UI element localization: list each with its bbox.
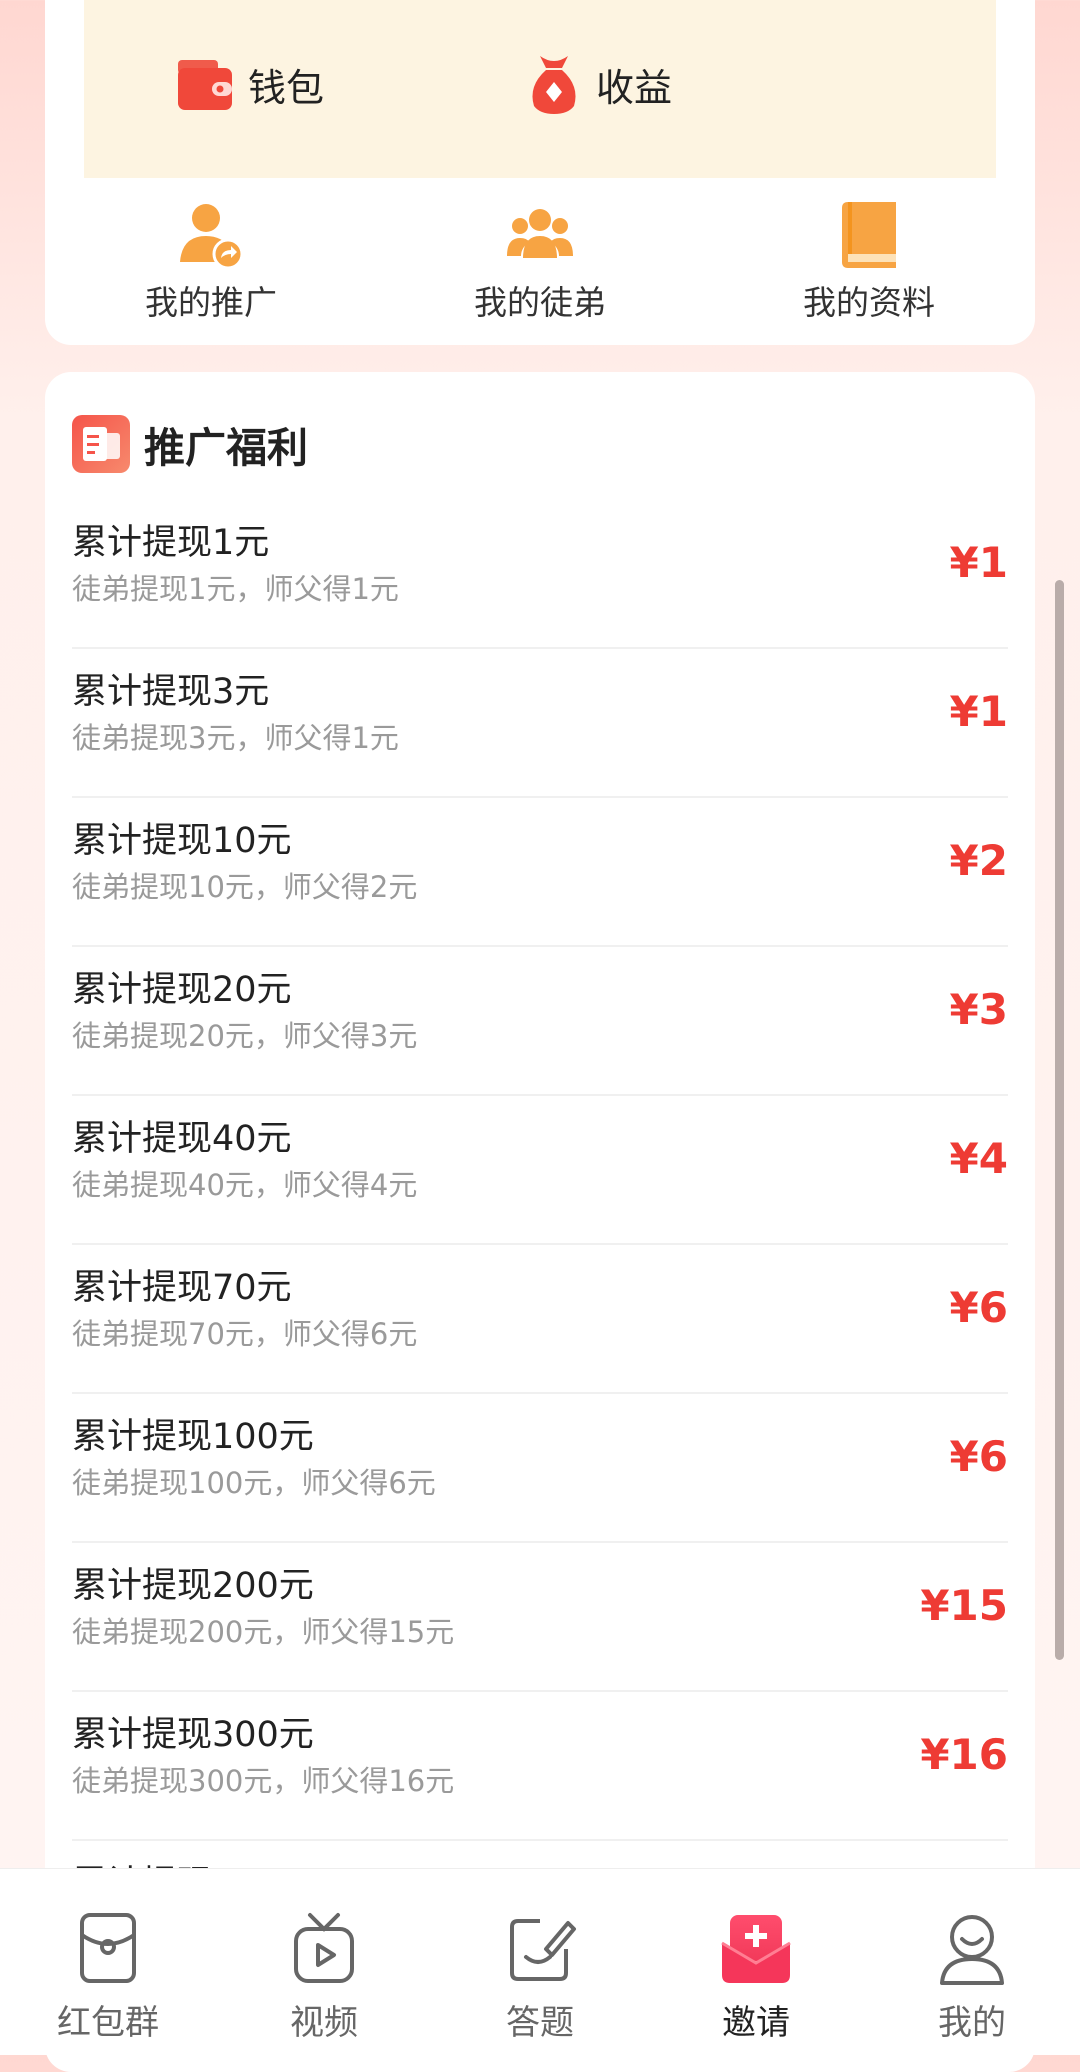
my-profile-button[interactable]: 我的资料 [739, 200, 999, 324]
list-item: 累计提现100元 徒弟提现100元，师父得6元 ¥6 [72, 1394, 1008, 1543]
row-subtitle: 徒弟提现100元，师父得6元 [72, 1466, 436, 1500]
tab-label: 红包群 [57, 2003, 159, 2043]
row-subtitle: 徒弟提现200元，师父得15元 [72, 1615, 455, 1649]
invite-envelope-icon [721, 1915, 791, 1983]
benefits-title: 推广福利 [144, 424, 308, 472]
row-reward: ¥6 [949, 1432, 1008, 1481]
benefits-card: 推广福利 累计提现1元 徒弟提现1元，师父得1元 ¥1 累计提现3元 徒弟提现3… [45, 372, 1035, 2072]
row-subtitle: 徒弟提现1元，师父得1元 [72, 572, 399, 606]
row-subtitle: 徒弟提现40元，师父得4元 [72, 1168, 418, 1202]
row-reward: ¥2 [949, 836, 1008, 885]
row-reward: ¥4 [949, 1134, 1008, 1183]
list-item: 累计提现1元 徒弟提现1元，师父得1元 ¥1 [72, 500, 1008, 649]
tab-label: 邀请 [722, 2003, 790, 2043]
red-envelope-icon [80, 1913, 136, 1983]
document-icon [72, 415, 130, 473]
wallet-button[interactable]: 钱包 [176, 44, 324, 124]
earnings-button[interactable]: 收益 [526, 44, 672, 124]
my-profile-label: 我的资料 [803, 283, 935, 322]
tab-label: 答题 [506, 2003, 574, 2043]
row-subtitle: 徒弟提现3元，师父得1元 [72, 721, 399, 755]
row-subtitle: 徒弟提现70元，师父得6元 [72, 1317, 418, 1351]
list-item: 累计提现200元 徒弟提现200元，师父得15元 ¥15 [72, 1543, 1008, 1692]
benefits-list: 累计提现1元 徒弟提现1元，师父得1元 ¥1 累计提现3元 徒弟提现3元，师父得… [72, 500, 1008, 1990]
row-reward: ¥15 [920, 1581, 1008, 1630]
list-item: 累计提现40元 徒弟提现40元，师父得4元 ¥4 [72, 1096, 1008, 1245]
tab-red-envelope-group[interactable]: 红包群 [0, 1909, 216, 2044]
list-item: 累计提现3元 徒弟提现3元，师父得1元 ¥1 [72, 649, 1008, 798]
row-subtitle: 徒弟提现300元，师父得16元 [72, 1764, 455, 1798]
edit-icon [510, 1919, 576, 1981]
wallet-label: 钱包 [248, 65, 325, 110]
row-title: 累计提现1元 [72, 523, 270, 563]
row-title: 累计提现70元 [72, 1268, 292, 1308]
row-subtitle: 徒弟提现10元，师父得2元 [72, 870, 418, 904]
row-title: 累计提现10元 [72, 821, 292, 861]
promote-user-icon [180, 204, 244, 270]
row-reward: ¥16 [920, 1730, 1008, 1779]
my-promotion-label: 我的推广 [145, 283, 277, 322]
tab-invite[interactable]: 邀请 [648, 1909, 864, 2044]
my-promotion-button[interactable]: 我的推广 [81, 200, 341, 324]
tab-video[interactable]: 视频 [216, 1909, 432, 2044]
row-title: 累计提现300元 [72, 1715, 314, 1755]
row-title: 累计提现40元 [72, 1119, 292, 1159]
my-apprentices-label: 我的徒弟 [474, 283, 606, 322]
list-item: 累计提现300元 徒弟提现300元，师父得16元 ¥16 [72, 1692, 1008, 1841]
benefits-header: 推广福利 [72, 414, 308, 474]
tab-label: 视频 [290, 2003, 358, 2043]
bottom-tab-bar: 红包群 视频 答题 邀请 我的 [0, 1868, 1080, 2055]
tab-quiz[interactable]: 答题 [432, 1909, 648, 2044]
money-bag-icon [532, 56, 576, 114]
user-icon [940, 1915, 1004, 1985]
list-item: 累计提现70元 徒弟提现70元，师父得6元 ¥6 [72, 1245, 1008, 1394]
row-subtitle: 徒弟提现20元，师父得3元 [72, 1019, 418, 1053]
row-reward: ¥6 [949, 1283, 1008, 1332]
list-item: 累计提现20元 徒弟提现20元，师父得3元 ¥3 [72, 947, 1008, 1096]
tab-label: 我的 [938, 2003, 1006, 2043]
earnings-label: 收益 [596, 65, 673, 110]
tab-me[interactable]: 我的 [864, 1909, 1080, 2044]
row-reward: ¥3 [949, 985, 1008, 1034]
group-icon [507, 209, 573, 258]
row-title: 累计提现200元 [72, 1566, 314, 1606]
row-reward: ¥1 [949, 538, 1008, 587]
row-title: 累计提现3元 [72, 672, 270, 712]
wallet-icon [178, 60, 232, 110]
row-reward: ¥1 [949, 687, 1008, 736]
list-item: 累计提现10元 徒弟提现10元，师父得2元 ¥2 [72, 798, 1008, 947]
shortcut-row: 我的推广 我的徒弟 我的资料 [45, 200, 1035, 322]
row-title: 累计提现20元 [72, 970, 292, 1010]
tv-icon [294, 1913, 354, 1983]
book-icon [842, 202, 896, 268]
my-apprentices-button[interactable]: 我的徒弟 [410, 200, 670, 324]
row-title: 累计提现100元 [72, 1417, 314, 1457]
scrollbar[interactable] [1055, 580, 1064, 1660]
wallet-panel: 钱包 收益 [84, 0, 996, 178]
